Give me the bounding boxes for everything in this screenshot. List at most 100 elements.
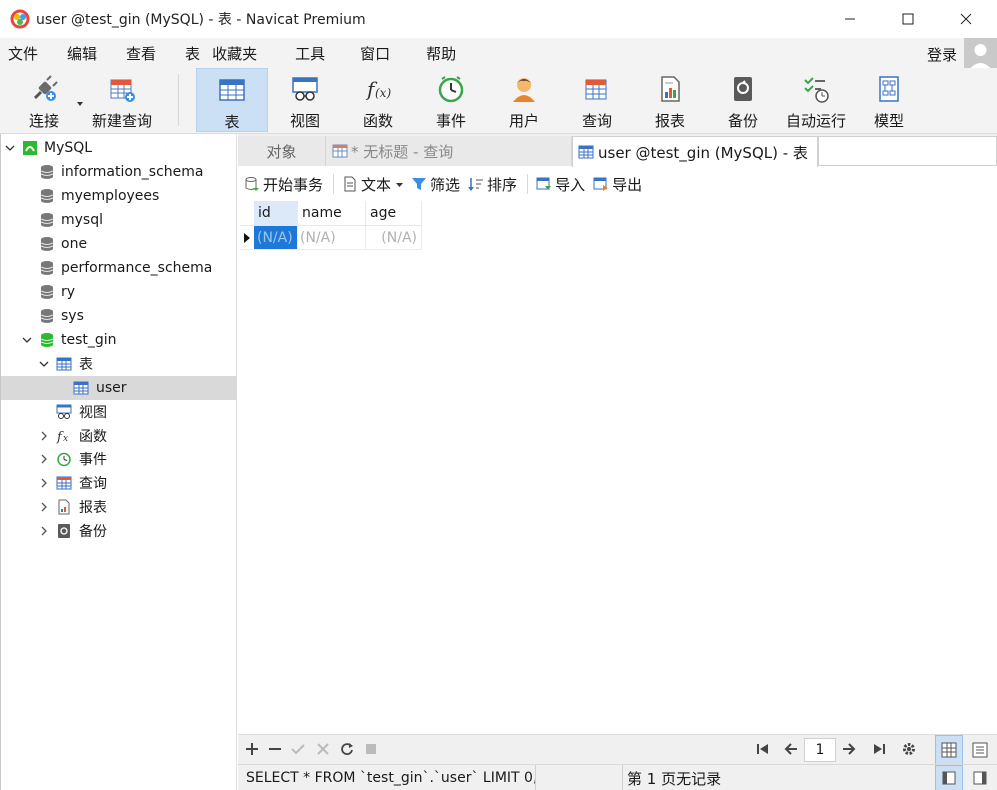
table-button[interactable]: 表 bbox=[196, 68, 268, 132]
tree-folder-functions[interactable]: fx 函数 bbox=[1, 424, 237, 448]
menu-table[interactable]: 表 bbox=[177, 43, 200, 64]
menu-tools[interactable]: 工具 bbox=[287, 43, 325, 64]
menu-favorites[interactable]: 收藏夹 bbox=[212, 43, 257, 64]
begin-transaction-button[interactable]: 开始事务 bbox=[244, 174, 323, 195]
login-link[interactable]: 登录 bbox=[927, 44, 957, 65]
menu-window[interactable]: 窗口 bbox=[352, 43, 390, 64]
tab-untitled-query[interactable]: * 无标题 - 查询 bbox=[326, 136, 572, 166]
chevron-down-icon[interactable] bbox=[20, 333, 34, 347]
chevron-right-icon[interactable] bbox=[37, 476, 51, 490]
minimize-button[interactable] bbox=[821, 0, 879, 38]
tree-db-one[interactable]: one bbox=[1, 232, 237, 256]
event-label: 事件 bbox=[435, 112, 466, 130]
export-button[interactable]: 导出 bbox=[593, 174, 642, 195]
tree-db-myemployees[interactable]: myemployees bbox=[1, 184, 237, 208]
event-button[interactable]: 事件 bbox=[428, 68, 474, 132]
first-page-icon[interactable] bbox=[755, 741, 771, 757]
menu-file[interactable]: 文件 bbox=[0, 43, 38, 64]
view-icon bbox=[290, 74, 320, 104]
table-icon bbox=[217, 75, 247, 105]
tree-folder-tables[interactable]: 表 bbox=[1, 352, 237, 376]
new-query-icon bbox=[107, 74, 137, 104]
table-icon bbox=[578, 144, 594, 160]
tree-connection-mysql[interactable]: MySQL bbox=[1, 136, 237, 160]
automation-button[interactable]: 自动运行 bbox=[782, 68, 850, 132]
column-header-id[interactable]: id bbox=[254, 201, 298, 226]
refresh-icon[interactable] bbox=[339, 741, 355, 757]
model-button[interactable]: 模型 bbox=[866, 68, 912, 132]
filter-button[interactable]: 筛选 bbox=[411, 174, 460, 195]
new-query-button[interactable]: 新建查询 bbox=[88, 68, 156, 132]
tree-db-mysql[interactable]: mysql bbox=[1, 208, 237, 232]
discard-changes-icon[interactable] bbox=[315, 741, 331, 757]
tab-user-table[interactable]: user @test_gin (MySQL) - 表 bbox=[572, 136, 818, 167]
avatar[interactable] bbox=[964, 38, 997, 71]
page-number-input[interactable]: 1 bbox=[804, 738, 836, 762]
connect-button[interactable]: 连接 bbox=[18, 68, 70, 132]
tree-folder-views[interactable]: 视图 bbox=[1, 400, 237, 424]
cell-age[interactable]: (N/A) bbox=[366, 226, 422, 250]
tab-objects[interactable]: 对象 bbox=[238, 136, 326, 166]
chevron-down-icon[interactable] bbox=[3, 141, 17, 155]
tree-folder-queries[interactable]: 查询 bbox=[1, 471, 237, 495]
toolbar-divider bbox=[333, 174, 335, 194]
form-view-toggle[interactable] bbox=[966, 735, 994, 765]
tree-label: 表 bbox=[79, 357, 93, 373]
apply-changes-icon[interactable] bbox=[290, 741, 306, 757]
column-header-name[interactable]: name bbox=[298, 201, 366, 226]
chevron-right-icon[interactable] bbox=[37, 429, 51, 443]
stop-icon[interactable] bbox=[363, 741, 379, 757]
maximize-button[interactable] bbox=[879, 0, 937, 38]
table-icon bbox=[56, 356, 72, 372]
view-button[interactable]: 视图 bbox=[282, 68, 328, 132]
svg-text:(x): (x) bbox=[375, 86, 391, 100]
tree-db-sys[interactable]: sys bbox=[1, 304, 237, 328]
chevron-down-icon[interactable] bbox=[37, 357, 51, 371]
cell-name[interactable]: (N/A) bbox=[298, 226, 366, 250]
window-title: user @test_gin (MySQL) - 表 - Navicat Pre… bbox=[36, 12, 366, 28]
last-page-icon[interactable] bbox=[871, 741, 887, 757]
navigation-tree[interactable]: MySQL information_schema myemployees mys… bbox=[0, 134, 237, 790]
plug-icon bbox=[29, 74, 59, 104]
tree-folder-reports[interactable]: 报表 bbox=[1, 495, 237, 519]
import-button[interactable]: 导入 bbox=[536, 174, 585, 195]
gear-icon[interactable] bbox=[901, 741, 917, 757]
database-icon bbox=[39, 188, 55, 204]
report-button[interactable]: 报表 bbox=[647, 68, 693, 132]
tree-folder-backups[interactable]: 备份 bbox=[1, 519, 237, 543]
show-detail-toggle[interactable] bbox=[966, 765, 994, 790]
text-button[interactable]: 文本 bbox=[342, 174, 404, 195]
function-button[interactable]: f (x) 函数 bbox=[355, 68, 401, 132]
tree-db-ry[interactable]: ry bbox=[1, 280, 237, 304]
user-label: 用户 bbox=[508, 112, 539, 130]
menu-view[interactable]: 查看 bbox=[118, 43, 156, 64]
backup-button[interactable]: 备份 bbox=[720, 68, 766, 132]
sort-button[interactable]: 排序 bbox=[468, 174, 517, 195]
query-button[interactable]: 查询 bbox=[574, 68, 620, 132]
close-button[interactable] bbox=[937, 0, 995, 38]
menu-edit[interactable]: 编辑 bbox=[59, 43, 97, 64]
next-page-icon[interactable] bbox=[841, 741, 857, 757]
menu-help[interactable]: 帮助 bbox=[418, 43, 456, 64]
chevron-right-icon[interactable] bbox=[37, 524, 51, 538]
grid-view-toggle[interactable] bbox=[935, 735, 963, 765]
cell-id[interactable]: (N/A) bbox=[254, 226, 298, 250]
query-icon bbox=[56, 475, 72, 491]
function-label: 函数 bbox=[362, 112, 393, 130]
show-sidebar-toggle[interactable] bbox=[935, 765, 963, 790]
chevron-right-icon[interactable] bbox=[37, 452, 51, 466]
tree-folder-events[interactable]: 事件 bbox=[1, 447, 237, 471]
connect-dropdown-icon[interactable] bbox=[76, 96, 84, 106]
user-button[interactable]: 用户 bbox=[501, 68, 547, 132]
tree-db-performance-schema[interactable]: performance_schema bbox=[1, 256, 237, 280]
add-record-icon[interactable] bbox=[244, 741, 260, 757]
view-label: 视图 bbox=[289, 112, 320, 130]
tree-table-user[interactable]: user bbox=[1, 376, 237, 400]
tree-db-information-schema[interactable]: information_schema bbox=[1, 160, 237, 184]
tree-db-test-gin[interactable]: test_gin bbox=[1, 328, 237, 352]
delete-record-icon[interactable] bbox=[267, 741, 283, 757]
chevron-right-icon[interactable] bbox=[37, 500, 51, 514]
tree-label: 事件 bbox=[79, 452, 107, 468]
previous-page-icon[interactable] bbox=[783, 741, 799, 757]
column-header-age[interactable]: age bbox=[366, 201, 422, 226]
